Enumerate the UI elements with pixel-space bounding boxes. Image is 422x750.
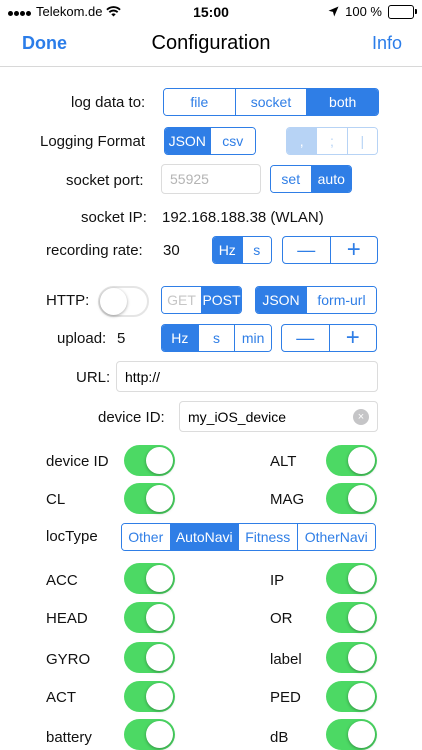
log-option-both[interactable]: both — [306, 89, 378, 115]
toggle-head[interactable] — [124, 602, 175, 633]
loctype-autonavi[interactable]: AutoNavi — [169, 524, 238, 550]
page-title: Configuration — [151, 32, 271, 54]
http-label: HTTP: — [46, 292, 90, 309]
upload-unit-hz[interactable]: Hz — [162, 325, 198, 351]
location-arrow-icon — [328, 6, 339, 17]
logging-format-label: Logging Format — [40, 133, 146, 150]
device-id-input[interactable]: my_iOS_device × — [179, 401, 378, 432]
socket-port-label: socket port: — [66, 172, 144, 189]
loctype-segmented[interactable]: Other AutoNavi Fitness OtherNavi — [121, 523, 376, 551]
toggle-label-alt: ALT — [270, 453, 297, 470]
toggle-device-id[interactable] — [124, 445, 175, 476]
socket-port-input[interactable]: 55925 — [161, 164, 261, 194]
http-toggle[interactable] — [98, 286, 149, 317]
toggle-label[interactable] — [326, 642, 377, 673]
format-option-csv[interactable]: csv — [209, 128, 255, 154]
toggle-label-head: HEAD — [46, 610, 88, 627]
toggle-battery[interactable] — [124, 719, 175, 750]
log-data-label: log data to: — [71, 94, 146, 111]
device-id-value: my_iOS_device — [188, 408, 287, 425]
recording-unit-hz[interactable]: Hz — [213, 237, 242, 263]
toggle-label-or: OR — [270, 610, 293, 627]
log-option-socket[interactable]: socket — [234, 89, 307, 115]
socket-port-mode-segmented[interactable]: set auto — [270, 165, 352, 193]
toggle-act[interactable] — [124, 681, 175, 712]
toggle-alt[interactable] — [326, 445, 377, 476]
log-destination-segmented[interactable]: file socket both — [163, 88, 379, 116]
minus-icon: — — [297, 240, 316, 260]
upload-unit-segmented[interactable]: Hz s min — [161, 324, 272, 352]
toggle-acc[interactable] — [124, 563, 175, 594]
toggle-label-db: dB — [270, 729, 289, 746]
battery-percent: 100 % — [345, 4, 382, 19]
minus-icon: — — [296, 328, 315, 348]
format-option-json[interactable]: JSON — [165, 128, 210, 154]
toggle-cl[interactable] — [124, 483, 175, 514]
toggle-label-gyro: GYRO — [46, 651, 91, 668]
http-method-segmented[interactable]: GET POST — [161, 286, 242, 314]
recording-decrement-button[interactable]: — — [283, 237, 330, 263]
loctype-label: locType — [46, 528, 98, 545]
recording-rate-value: 30 — [163, 242, 180, 259]
port-set-button[interactable]: set — [271, 166, 311, 192]
url-label: URL: — [76, 369, 111, 386]
toggle-label-mag: MAG — [270, 491, 305, 508]
toggle-label-acc: ACC — [46, 572, 78, 589]
separator-semicolon[interactable]: ; — [316, 128, 347, 154]
toggle-db[interactable] — [326, 719, 377, 750]
http-method-get[interactable]: GET — [162, 287, 201, 313]
http-method-post[interactable]: POST — [201, 287, 241, 313]
toggle-ip[interactable] — [326, 563, 377, 594]
http-format-segmented[interactable]: JSON form-url — [255, 286, 377, 314]
device-id-label: device ID: — [98, 409, 165, 426]
recording-unit-segmented[interactable]: Hz s — [212, 236, 272, 264]
toggle-label-ped: PED — [270, 689, 301, 706]
upload-value: 5 — [117, 330, 126, 347]
recording-unit-s[interactable]: s — [241, 237, 271, 263]
loctype-other[interactable]: Other — [122, 524, 170, 550]
clear-icon[interactable]: × — [353, 408, 369, 425]
recording-increment-button[interactable]: + — [329, 236, 378, 263]
url-input[interactable]: http:// — [116, 361, 378, 392]
socket-ip-label: socket IP: — [81, 209, 147, 226]
recording-rate-stepper[interactable]: — + — [282, 236, 378, 264]
toggle-label-ip: IP — [270, 572, 285, 589]
logging-format-segmented[interactable]: JSON csv — [164, 127, 256, 155]
separator-comma[interactable]: , — [287, 128, 317, 154]
battery-icon — [388, 4, 417, 19]
recording-rate-label: recording rate: — [46, 242, 143, 259]
toggle-label-device-id: device ID — [46, 453, 109, 470]
toggle-label-act: ACT — [46, 689, 76, 706]
info-button[interactable]: Info — [372, 33, 402, 54]
toggle-label-battery: battery — [46, 729, 92, 746]
socket-ip-value: 192.168.188.38 (WLAN) — [162, 209, 324, 226]
separator-pipe[interactable]: | — [346, 128, 377, 154]
upload-unit-min[interactable]: min — [234, 325, 271, 351]
log-option-file[interactable]: file — [164, 89, 235, 115]
toggle-or[interactable] — [326, 602, 377, 633]
upload-label: upload: — [57, 330, 107, 347]
nav-divider — [0, 66, 422, 67]
upload-increment-button[interactable]: + — [328, 324, 377, 351]
loctype-fitness[interactable]: Fitness — [238, 524, 297, 550]
toggle-mag[interactable] — [326, 483, 377, 514]
plus-icon: + — [346, 236, 361, 263]
upload-decrement-button[interactable]: — — [282, 325, 329, 351]
toggle-label-label: label — [270, 651, 302, 668]
toggle-ped[interactable] — [326, 681, 377, 712]
upload-unit-s[interactable]: s — [197, 325, 235, 351]
port-auto-button[interactable]: auto — [310, 166, 351, 192]
status-bar: Telekom.de 15:00 100 % — [0, 0, 422, 22]
http-format-json[interactable]: JSON — [256, 287, 306, 313]
status-right: 100 % — [328, 4, 417, 19]
loctype-othernavi[interactable]: OtherNavi — [296, 524, 375, 550]
csv-separator-segmented[interactable]: , ; | — [286, 127, 378, 155]
http-format-form-url[interactable]: form-url — [305, 287, 376, 313]
upload-rate-stepper[interactable]: — + — [281, 324, 377, 352]
toggle-gyro[interactable] — [124, 642, 175, 673]
toggle-label-cl: CL — [46, 491, 66, 508]
plus-icon: + — [345, 324, 360, 351]
